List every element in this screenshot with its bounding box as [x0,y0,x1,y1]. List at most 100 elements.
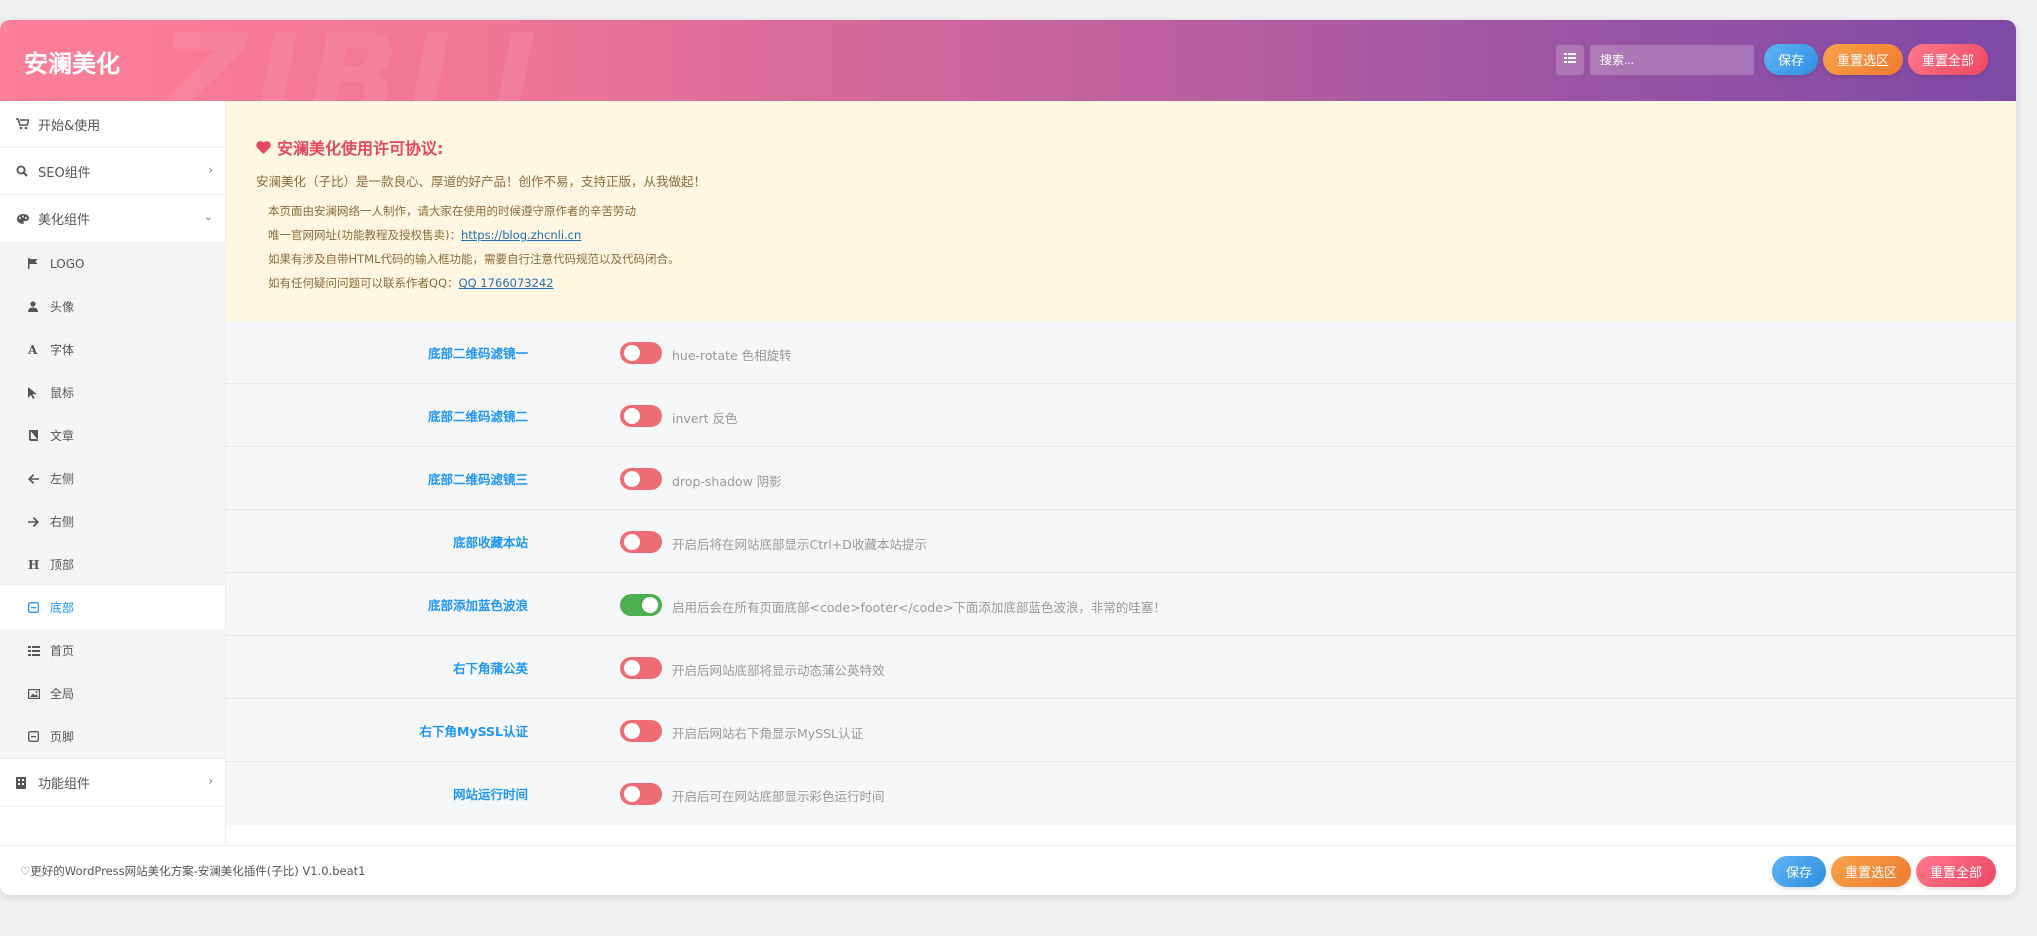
expand-list-button[interactable] [1555,44,1584,75]
flag-icon [28,258,42,269]
setting-row: 底部二维码滤镜二 invert 反色 [226,384,2016,447]
setting-toggle[interactable] [620,594,662,616]
setting-toggle[interactable] [620,405,662,427]
sidebar-subitem-label: 字体 [50,343,75,357]
settings-list: 底部二维码滤镜一 hue-rotate 色相旋转 底部二维码滤镜二 invert… [226,321,2016,825]
notice-line-2-prefix: 唯一官网网址(功能教程及授权售卖)： [268,228,461,242]
notice-line-2: 唯一官网网址(功能教程及授权售卖)：https://blog.zhcnli.cn [268,227,581,243]
setting-toggle[interactable] [620,720,662,742]
setting-label: 右下角蒲公英 [452,661,528,676]
footer-text: ♡更好的WordPress网站美化方案-安澜美化插件(子比) V1.0.beat… [20,864,366,878]
notice-title-text: 安澜美化使用许可协议: [277,139,444,158]
sidebar-subitem-label: 首页 [50,644,75,658]
setting-toggle[interactable] [620,531,662,553]
cursor-icon [28,386,42,399]
setting-description: drop-shadow 阴影 [672,474,782,489]
search-icon [16,165,32,177]
sidebar-subitem-label: 底部 [50,601,75,615]
notice-line-4: 如有任何疑问问题可以联系作者QQ：QQ 1766073242 [268,275,554,291]
setting-description: 开启后网站右下角显示MySSL认证 [672,726,864,741]
arrow-left-icon [28,473,42,484]
list-icon [1563,52,1576,67]
reset-section-button[interactable]: 重置选区 [1822,44,1903,75]
header-watermark: ZIBLL [160,20,577,101]
chevron-right-icon: › [208,163,213,177]
setting-label: 底部二维码滤镜三 [427,472,528,487]
sidebar-subitem-logo[interactable]: LOGO [0,242,225,285]
setting-row: 底部二维码滤镜一 hue-rotate 色相旋转 [226,321,2016,384]
setting-label: 网站运行时间 [452,787,528,802]
footer-box-icon [28,731,42,742]
sidebar-item-seo[interactable]: SEO组件 › [0,148,225,195]
sidebar-subitem-font[interactable]: A 字体 [0,328,225,371]
sidebar-subitem-article[interactable]: 文章 [0,414,225,457]
setting-description: hue-rotate 色相旋转 [672,348,792,363]
setting-label: 底部二维码滤镜一 [427,346,528,361]
notice-line-4-prefix: 如有任何疑问问题可以联系作者QQ： [268,276,459,290]
sidebar-subitem-label: 全局 [50,687,75,701]
sidebar-subitem-home[interactable]: 首页 [0,629,225,672]
heading-icon: H [28,557,40,572]
chevron-right-icon: › [208,774,213,788]
setting-label: 右下角MySSL认证 [419,724,529,739]
footer-reset-all-button[interactable]: 重置全部 [1915,856,1996,887]
official-site-link[interactable]: https://blog.zhcnli.cn [461,228,581,242]
setting-description: 开启后将在网站底部显示Ctrl+D收藏本站提示 [672,537,927,552]
footer-save-button[interactable]: 保存 [1771,856,1826,887]
sidebar-item-label: 功能组件 [38,777,91,792]
font-icon: A [28,342,38,357]
sidebar-item-beautify[interactable]: 美化组件 ⌄ [0,195,225,242]
setting-description: invert 反色 [672,411,738,426]
sidebar: 开始&使用 SEO组件 › 美化组件 ⌄ LOGO 头像 A 字体 鼠标 文章 … [0,101,226,845]
sidebar-subitem-right[interactable]: 右侧 [0,500,225,543]
settings-panel: ZIBLL 安澜美化 保存 重置选区 重置全部 开始&使用 SEO组件 [0,20,2016,895]
sidebar-subitem-global[interactable]: 全局 [0,672,225,715]
arrow-right-icon [28,516,42,527]
sidebar-subitem-bottom[interactable]: 底部 [0,586,225,629]
palette-icon [16,213,32,225]
author-qq-link[interactable]: QQ 1766073242 [459,276,554,290]
setting-row: 底部添加蓝色波浪 启用后会在所有页面底部<code>footer</code>下… [226,573,2016,636]
setting-row: 底部二维码滤镜三 drop-shadow 阴影 [226,447,2016,510]
heart-icon [256,140,271,154]
save-button[interactable]: 保存 [1763,44,1818,75]
sidebar-subitem-footer[interactable]: 页脚 [0,715,225,758]
sidebar-subitem-label: 右侧 [50,515,75,529]
cart-icon [16,118,32,130]
setting-label: 底部添加蓝色波浪 [427,598,528,613]
user-icon [28,301,42,312]
sidebar-subitem-left[interactable]: 左侧 [0,457,225,500]
search-input[interactable] [1589,44,1754,75]
footer-reset-section-button[interactable]: 重置选区 [1830,856,1911,887]
setting-toggle[interactable] [620,783,662,805]
license-notice: 安澜美化使用许可协议: 安澜美化（子比）是一款良心、厚道的好产品！创作不易，支持… [226,101,2016,321]
sidebar-subitem-label: 左侧 [50,472,75,486]
beautify-submenu: LOGO 头像 A 字体 鼠标 文章 左侧 右侧 H 顶部 底部 首页 全局 页… [0,242,225,758]
sidebar-item-label: 美化组件 [38,213,91,228]
sidebar-item-label: SEO组件 [38,165,91,181]
header-bar: ZIBLL 安澜美化 保存 重置选区 重置全部 [0,20,2016,101]
sidebar-subitem-label: 文章 [50,429,75,443]
sidebar-subitem-mouse[interactable]: 鼠标 [0,371,225,414]
sidebar-subitem-label: LOGO [50,256,85,271]
reset-all-button[interactable]: 重置全部 [1907,44,1988,75]
sidebar-item-features[interactable]: 功能组件 › [0,758,225,807]
setting-toggle[interactable] [620,468,662,490]
setting-description: 开启后网站底部将显示动态蒲公英特效 [672,663,885,678]
setting-label: 底部二维码滤镜二 [427,409,528,424]
sidebar-subitem-top[interactable]: H 顶部 [0,543,225,586]
notice-lead: 安澜美化（子比）是一款良心、厚道的好产品！创作不易，支持正版，从我做起！ [256,174,707,189]
footer-toolbar: 保存 重置选区 重置全部 [1767,856,1996,887]
book-icon [28,430,42,441]
sidebar-subitem-label: 顶部 [50,558,75,572]
sidebar-item-start[interactable]: 开始&使用 [0,101,225,148]
setting-toggle[interactable] [620,342,662,364]
sidebar-subitem-avatar[interactable]: 头像 [0,285,225,328]
notice-title: 安澜美化使用许可协议: [256,135,443,159]
chevron-down-icon: ⌄ [203,210,213,223]
setting-toggle[interactable] [620,657,662,679]
list-icon [28,645,42,656]
notice-line-1: 本页面由安澜网络一人制作，请大家在使用的时候遵守原作者的辛苦劳动 [268,204,636,218]
header-toolbar: 保存 重置选区 重置全部 [1555,43,1988,76]
setting-row: 右下角MySSL认证 开启后网站右下角显示MySSL认证 [226,699,2016,762]
